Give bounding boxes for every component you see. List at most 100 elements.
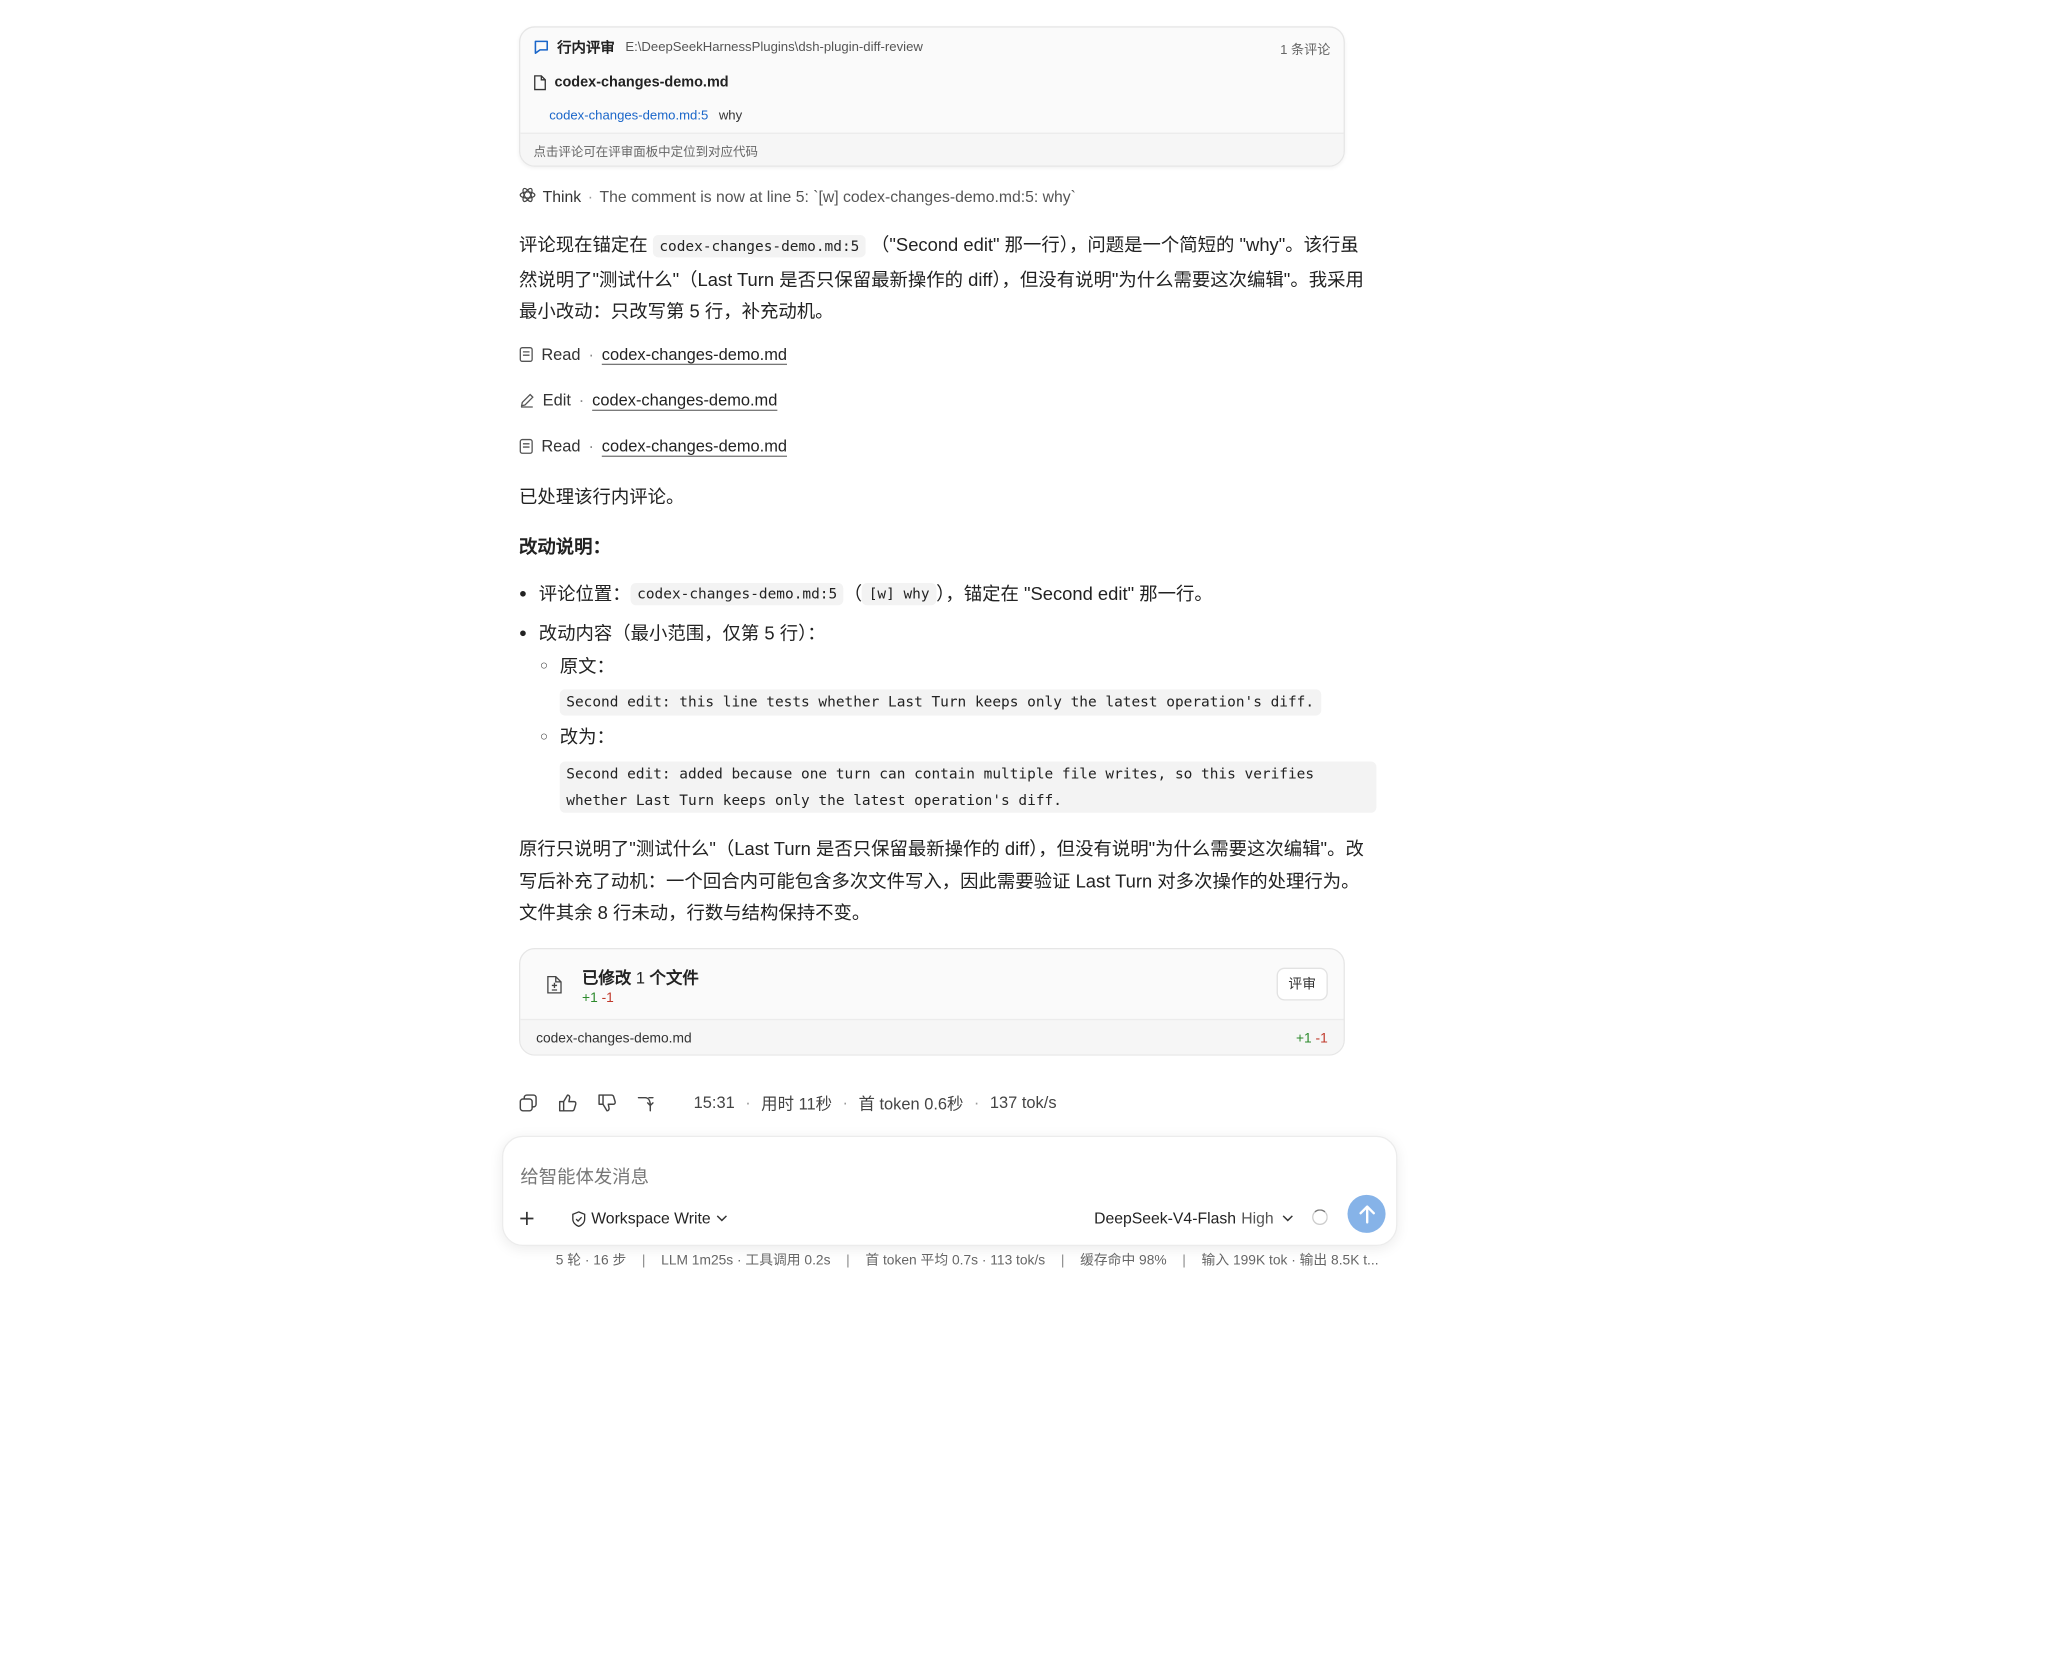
review-card-title: 行内评审 xyxy=(557,40,615,57)
changes-heading: 改动说明： xyxy=(519,535,611,557)
assistant-paragraph: 原行只说明了"测试什么"（Last Turn 是否只保留最新操作的 diff），… xyxy=(519,837,1364,924)
review-card-hint: 点击评论可在评审面板中定位到对应代码 xyxy=(520,132,1344,166)
pencil-icon xyxy=(519,393,535,409)
separator-dot: · xyxy=(745,1093,751,1112)
bullet-label: 改动内容（最小范围，仅第 5 行）： xyxy=(538,622,826,644)
review-comment-item[interactable]: codex-changes-demo.md:5 why xyxy=(520,98,1343,132)
file-icon xyxy=(519,438,533,455)
token-average: 首 token 平均 0.7s · 113 tok/s xyxy=(865,1252,1046,1269)
first-token-time: 首 token 0.6秒 xyxy=(858,1095,964,1114)
modified-files-header: 已修改 1 个文件 +1 -1 评审 xyxy=(520,949,1343,1019)
copy-icon[interactable] xyxy=(519,1093,537,1111)
separator-dot: · xyxy=(588,345,594,364)
file-diff-icon xyxy=(547,975,563,993)
comment-count: 1 条评论 xyxy=(1280,42,1331,58)
tool-file-link[interactable]: codex-changes-demo.md xyxy=(602,345,787,363)
assistant-paragraph: 评论现在锚定在 codex-changes-demo.md:5 （"Second… xyxy=(519,228,1375,327)
message-duration: 用时 11秒 xyxy=(761,1095,833,1114)
chevron-down-icon xyxy=(716,1215,728,1223)
modified-files-summary: 已修改 1 个文件 +1 -1 xyxy=(582,963,699,1005)
review-file-name: codex-changes-demo.md xyxy=(554,74,729,91)
file-diff-stat: +1 -1 xyxy=(1295,1030,1328,1046)
chevron-down-icon xyxy=(1282,1215,1294,1223)
think-row[interactable]: Think · The comment is now at line 5: `[… xyxy=(519,186,1076,207)
tool-file-link[interactable]: codex-changes-demo.md xyxy=(602,437,787,455)
comment-location-link[interactable]: codex-changes-demo.md:5 xyxy=(549,108,708,122)
inline-review-card: 行内评审 E:\DeepSeekHarnessPlugins\dsh-plugi… xyxy=(519,26,1345,167)
tool-action: Read xyxy=(541,437,581,456)
file-icon xyxy=(519,347,533,363)
inline-code: [w] why xyxy=(862,582,937,605)
separator-dot: · xyxy=(587,187,593,207)
separator-dot: · xyxy=(588,437,594,456)
loading-spinner-icon xyxy=(1312,1209,1328,1226)
code-line: whether Last Turn keeps only the latest … xyxy=(566,791,1062,809)
tool-action: Read xyxy=(541,345,581,364)
bullet-text: （ xyxy=(843,582,863,604)
atom-icon xyxy=(519,186,536,207)
separator-dot: · xyxy=(973,1093,980,1112)
send-button[interactable] xyxy=(1347,1194,1386,1233)
message-input[interactable]: 给智能体发消息 xyxy=(520,1163,649,1189)
chat-page: 行内评审 E:\DeepSeekHarnessPlugins\dsh-plugi… xyxy=(0,0,2047,1671)
separator-dot: · xyxy=(578,391,585,410)
reasoning-level: High xyxy=(1241,1209,1274,1228)
tool-call-read[interactable]: Read · codex-changes-demo.md xyxy=(519,345,787,364)
session-status-bar: 5 轮 · 16 步 | LLM 1m25s · 工具调用 0.2s | 首 t… xyxy=(556,1250,1379,1270)
model-name: DeepSeek-V4-Flash xyxy=(1094,1209,1236,1228)
cache-hit: 缓存命中 98% xyxy=(1080,1252,1167,1269)
bullet-circle: ○ xyxy=(540,729,548,744)
paragraph-text: 评论现在锚定在 xyxy=(519,233,653,255)
review-button[interactable]: 评审 xyxy=(1276,967,1328,1001)
modified-files-card: 已修改 1 个文件 +1 -1 评审 codex-changes-demo.md… xyxy=(519,947,1345,1056)
bullet-location: ● 评论位置： codex-changes-demo.md:5 （ [w] wh… xyxy=(519,580,1213,606)
changed-code: Second edit: added because one turn can … xyxy=(559,761,1377,813)
inline-code: codex-changes-demo.md:5 xyxy=(630,582,844,605)
file-icon xyxy=(533,75,546,91)
permission-mode-dropdown[interactable]: Workspace Write xyxy=(570,1209,728,1228)
sub-bullet-changed: ○ 改为： xyxy=(540,723,615,749)
sub-bullet-original: ○ 原文： xyxy=(540,653,615,679)
review-card-header: 行内评审 E:\DeepSeekHarnessPlugins\dsh-plugi… xyxy=(520,28,1343,67)
code-line: Second edit: added because one turn can … xyxy=(566,765,1315,783)
original-code: Second edit: this line tests whether Las… xyxy=(559,689,1321,715)
plus-icon xyxy=(520,1211,534,1226)
arrow-up-icon xyxy=(1358,1205,1375,1224)
review-card-path: E:\DeepSeekHarnessPlugins\dsh-plugin-dif… xyxy=(625,40,923,55)
shield-check-icon xyxy=(570,1210,587,1227)
sub-bullet-label: 原文： xyxy=(559,655,615,677)
modified-files-title: 已修改 1 个文件 xyxy=(582,968,699,987)
permission-mode-label: Workspace Write xyxy=(591,1209,711,1228)
separator: | xyxy=(1060,1252,1065,1269)
tool-call-edit[interactable]: Edit · codex-changes-demo.md xyxy=(519,391,777,410)
sub-bullet-label: 改为： xyxy=(559,726,615,748)
bullet-content: ● 改动内容（最小范围，仅第 5 行）： xyxy=(519,620,826,646)
bullet-label: 评论位置： xyxy=(538,582,631,604)
bullet-dot: ● xyxy=(519,586,527,601)
modified-file-name: codex-changes-demo.md xyxy=(536,1030,692,1046)
message-composer: 给智能体发消息 Workspace Write DeepSeek-V4-Flas… xyxy=(501,1135,1398,1247)
bullet-circle: ○ xyxy=(540,658,548,673)
inline-code: codex-changes-demo.md:5 xyxy=(652,235,866,258)
think-label: Think xyxy=(542,187,582,207)
review-file-row: codex-changes-demo.md xyxy=(520,67,1343,99)
modified-file-row[interactable]: codex-changes-demo.md +1 -1 xyxy=(520,1018,1344,1055)
bullet-text: ），锚定在 "Second edit" 那一行。 xyxy=(936,582,1213,604)
round-count: 5 轮 · 16 步 xyxy=(555,1252,627,1269)
processed-text: 已处理该行内评论。 xyxy=(519,485,685,507)
comment-icon xyxy=(533,39,549,55)
diff-stat: +1 -1 xyxy=(582,989,614,1006)
tool-file-link[interactable]: codex-changes-demo.md xyxy=(592,391,777,409)
message-time: 15:31 xyxy=(693,1093,735,1112)
separator: | xyxy=(641,1252,646,1269)
tool-call-read[interactable]: Read · codex-changes-demo.md xyxy=(519,437,787,456)
thumbs-down-icon[interactable] xyxy=(598,1093,616,1111)
model-selector[interactable]: DeepSeek-V4-Flash High xyxy=(1094,1209,1294,1228)
message-actions: 15:31 · 用时 11秒 · 首 token 0.6秒 · 137 tok/… xyxy=(519,1090,1057,1115)
thumbs-up-icon[interactable] xyxy=(558,1093,577,1111)
add-attachment-button[interactable] xyxy=(519,1205,535,1233)
separator-dot: · xyxy=(842,1093,849,1112)
branch-icon[interactable] xyxy=(637,1093,655,1111)
separator: | xyxy=(846,1252,850,1269)
llm-time: LLM 1m25s · 工具调用 0.2s xyxy=(661,1252,831,1269)
